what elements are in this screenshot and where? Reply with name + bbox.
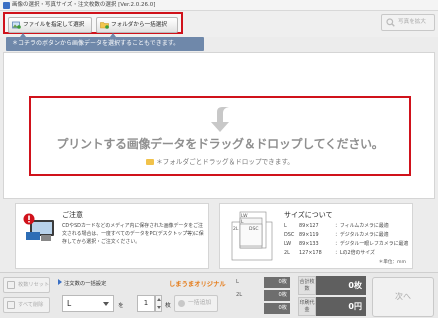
size-row: 2L 127×178 ：Lの2倍のサイズ	[284, 249, 375, 256]
notice-panel: ご注意 CDやSDカードなどのメディア内に保存された画像データをご注文される場合…	[15, 203, 209, 269]
unit-note: ＊単位：mm	[378, 260, 406, 265]
count-key: 2L	[236, 292, 243, 298]
size-desc: ：デジタル一眼レフカメラに最適	[335, 241, 409, 247]
diagram-label-dsc: DSC	[249, 226, 258, 232]
size-code: 2L	[284, 250, 290, 256]
bulk-setting-label: 注文数の一括設定	[64, 281, 107, 287]
select-file-label: ファイルを指定して選択	[23, 22, 85, 28]
drop-sub-text-row: ＊フォルダごとドラッグ＆ドロップできます。	[31, 156, 409, 166]
total-count-value: 0枚	[316, 276, 366, 295]
toolbar: ファイルを指定して選択 フォルダから一括選択 写真を拡大	[0, 11, 438, 37]
count-row: 2L 0枚	[234, 290, 290, 301]
window-titlebar: 画像の選択・写真サイズ・注文枚数の選択 [Ver.2.0.26.0]	[0, 0, 438, 11]
size-code: DSC	[284, 232, 295, 238]
size-select-value: L	[67, 299, 72, 308]
plus-circle-icon	[178, 300, 185, 307]
add-image-icon	[12, 21, 21, 29]
zoom-photo-button[interactable]: 写真を拡大	[381, 14, 435, 31]
print-price-value: 0円	[316, 297, 366, 316]
count-value: 0枚	[264, 277, 290, 288]
stepper-up-icon[interactable]	[157, 298, 161, 301]
folder-icon	[146, 159, 155, 165]
wo-label: を	[118, 303, 124, 309]
size-desc: ：Lの2倍のサイズ	[335, 250, 375, 256]
print-price-label: 印刷代金	[298, 297, 316, 316]
size-code: LW	[284, 241, 292, 247]
size-desc: ：デジタルカメラに最適	[335, 232, 389, 238]
drop-area[interactable]: プリントする画像データをドラッグ＆ドロップしてください。 ＊フォルダごとドラッグ…	[3, 52, 435, 199]
bulk-add-label: 一括追加	[188, 300, 212, 306]
size-desc: ：フィルムカメラに最適	[335, 223, 389, 229]
total-count-label: 合計枚数	[298, 276, 316, 295]
size-select[interactable]: L	[62, 295, 114, 312]
mai-label: 枚	[165, 303, 171, 309]
magnifier-icon	[386, 18, 395, 27]
print-price-box: 印刷代金 0円	[298, 297, 366, 316]
app-icon	[3, 2, 10, 9]
count-key: L	[236, 279, 239, 285]
total-count-box: 合計枚数 0枚	[298, 276, 366, 295]
notice-body: CDやSDカードなどのメディア内に保存された画像データをご注文される場合は、一度…	[62, 223, 204, 245]
zoom-photo-label: 写真を拡大	[398, 19, 426, 25]
drop-sub-text: ＊フォルダごとドラッグ＆ドロップできます。	[156, 158, 294, 166]
count-value: 0枚	[264, 303, 290, 314]
size-comparison-diagram: LW L DSC 2L	[231, 211, 273, 261]
size-dim: 89×119	[299, 232, 319, 238]
size-row: DSC 89×119 ：デジタルカメラに最適	[284, 231, 389, 238]
play-triangle-icon	[58, 279, 62, 285]
drop-main-text: プリントする画像データをドラッグ＆ドロップしてください。	[56, 137, 384, 151]
count-value: 0枚	[264, 290, 290, 301]
delete-all-label: すべて削除	[18, 302, 44, 308]
select-buttons-highlight: ファイルを指定して選択 フォルダから一括選択	[3, 12, 183, 34]
size-code: L	[284, 223, 287, 229]
reset-icon	[7, 281, 15, 289]
count-row: 0枚	[234, 303, 290, 314]
size-dim: 89×133	[299, 241, 319, 247]
count-row: L 0枚	[234, 277, 290, 288]
drop-target-box: プリントする画像データをドラッグ＆ドロップしてください。 ＊フォルダごとドラッグ…	[29, 96, 411, 176]
diagram-label-2l: 2L	[233, 226, 239, 232]
select-file-button[interactable]: ファイルを指定して選択	[8, 17, 92, 33]
stepper-down-icon[interactable]	[157, 306, 161, 309]
delete-all-button[interactable]: すべて削除	[3, 297, 50, 313]
trash-icon	[7, 301, 15, 309]
folder-icon	[100, 22, 109, 29]
reset-count-button[interactable]: 枚数リセット	[3, 277, 50, 293]
bulk-add-button[interactable]: 一括追加	[174, 295, 218, 312]
quantity-input[interactable]: 1	[137, 295, 155, 312]
media-warning-icon	[23, 213, 54, 241]
order-bar: 枚数リセット すべて削除 注文数の一括設定 しまうまオリジナル L を 1 枚 …	[0, 272, 438, 318]
reset-count-label: 枚数リセット	[18, 282, 50, 288]
notice-title: ご注意	[62, 211, 83, 219]
size-dim: 127×178	[299, 250, 322, 256]
next-button[interactable]: 次へ	[372, 277, 434, 317]
size-row: L 89×127 ：フィルムカメラに最適	[284, 222, 389, 229]
sizes-panel: LW L DSC 2L サイズについて L 89×127 ：フィルムカメラに最適 D…	[219, 203, 413, 269]
hint-banner: ＊コチラのボタンから画像データを選択することもできます。	[6, 37, 204, 51]
size-row: LW 89×133 ：デジタル一眼レフカメラに最適	[284, 240, 408, 247]
count-table: L 0枚 2L 0枚 0枚	[234, 277, 290, 315]
original-label: しまうまオリジナル	[169, 281, 226, 288]
drop-arrow-icon	[211, 107, 229, 132]
select-folder-label: フォルダから一括選択	[111, 22, 167, 28]
bulk-setting-heading: 注文数の一括設定	[58, 279, 106, 287]
diagram-label-lw: LW	[241, 213, 248, 219]
select-folder-button[interactable]: フォルダから一括選択	[96, 17, 178, 33]
hint-text: ＊コチラのボタンから画像データを選択することもできます。	[12, 40, 180, 47]
size-dim: 89×127	[299, 223, 319, 229]
quantity-stepper[interactable]	[155, 295, 162, 312]
sizes-title: サイズについて	[284, 211, 333, 219]
window-title: 画像の選択・写真サイズ・注文枚数の選択 [Ver.2.0.26.0]	[12, 2, 156, 8]
chevron-down-icon	[103, 302, 109, 306]
